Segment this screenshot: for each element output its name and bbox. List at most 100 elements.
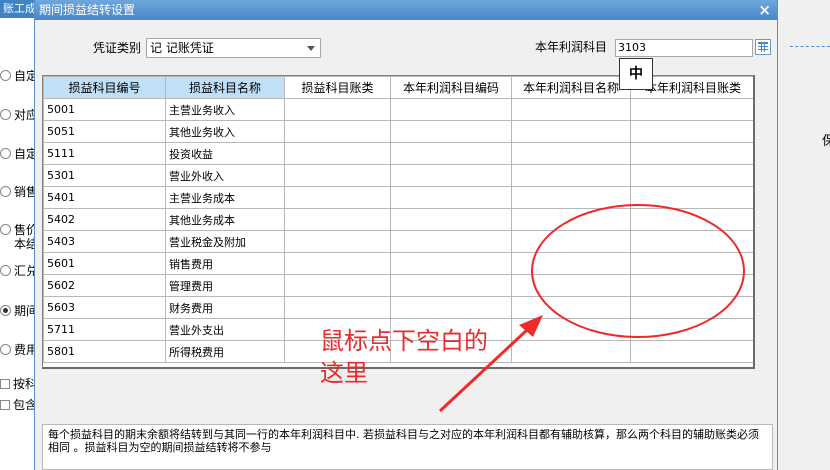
table-cell-profit-name[interactable] [511,186,631,209]
column-header[interactable]: 损益科目名称 [165,76,285,99]
table-cell-profit-name[interactable] [511,340,631,363]
table-cell-type[interactable] [284,164,391,187]
table-cell-name[interactable]: 投资收益 [165,142,285,165]
background-option[interactable]: 费用 [0,341,36,359]
profit-account-input[interactable]: 3103 [615,39,753,57]
background-tab[interactable]: 账工成 [0,0,34,18]
table-cell-profit-name[interactable] [511,274,631,297]
table-cell-name[interactable]: 营业外收入 [165,164,285,187]
table-cell-profit-name[interactable] [511,208,631,231]
table-cell-name[interactable]: 主营业务成本 [165,186,285,209]
chevron-down-icon[interactable] [307,46,315,51]
background-option[interactable]: 对应 [0,106,36,124]
table-cell-profit-type[interactable] [630,98,753,121]
radio-icon[interactable] [0,265,11,276]
table-cell-profit-type[interactable] [630,252,753,275]
table-cell-name[interactable]: 管理费用 [165,274,285,297]
table-cell-profit-type[interactable] [630,164,753,187]
column-header[interactable]: 损益科目账类 [284,76,391,99]
table-cell-profit-code[interactable] [390,120,512,143]
radio-icon[interactable] [0,109,11,120]
table-cell-type[interactable] [284,142,391,165]
table-cell-type[interactable] [284,296,391,319]
table-cell-profit-type[interactable] [630,230,753,253]
table-cell-type[interactable] [284,274,391,297]
table-cell-code[interactable]: 5801 [43,340,166,363]
table-cell-profit-code[interactable] [390,186,512,209]
table-cell-profit-code[interactable] [390,230,512,253]
table-cell-code[interactable]: 5001 [43,98,166,121]
table-cell-code[interactable]: 5051 [43,120,166,143]
table-cell-profit-type[interactable] [630,340,753,363]
dialog-titlebar[interactable]: 期间损益结转设置 × [35,0,777,20]
background-option[interactable]: 自定 [0,145,36,163]
table-cell-code[interactable]: 5711 [43,318,166,341]
table-cell-code[interactable]: 5603 [43,296,166,319]
table-cell-profit-type[interactable] [630,208,753,231]
table-row[interactable]: 5401 主营业务成本 [43,186,753,209]
table-cell-name[interactable]: 主营业务收入 [165,98,285,121]
background-option[interactable]: 期间 [0,302,36,320]
table-cell-profit-type[interactable] [630,142,753,165]
checkbox-icon[interactable] [0,379,10,389]
table-row[interactable]: 5051 其他业务收入 [43,120,753,143]
table-row[interactable]: 5403 营业税金及附加 [43,230,753,253]
table-cell-profit-code[interactable] [390,274,512,297]
column-header[interactable]: 本年利润科目名称 [511,76,631,99]
table-cell-profit-type[interactable] [630,296,753,319]
table-cell-name[interactable]: 营业外支出 [165,318,285,341]
radio-icon[interactable] [0,186,11,197]
background-option[interactable]: 销售 [0,183,36,201]
table-cell-code[interactable]: 5402 [43,208,166,231]
table-cell-profit-name[interactable] [511,230,631,253]
table-cell-profit-code[interactable] [390,252,512,275]
reference-lookup-icon[interactable] [755,39,771,55]
table-cell-profit-code[interactable] [390,98,512,121]
table-cell-profit-name[interactable] [511,252,631,275]
table-cell-profit-type[interactable] [630,318,753,341]
table-row[interactable]: 5301 营业外收入 [43,164,753,187]
table-cell-profit-name[interactable] [511,142,631,165]
table-cell-name[interactable]: 其他业务收入 [165,120,285,143]
table-cell-name[interactable]: 营业税金及附加 [165,230,285,253]
table-row[interactable]: 5602 管理费用 [43,274,753,297]
table-cell-name[interactable]: 其他业务成本 [165,208,285,231]
table-cell-type[interactable] [284,120,391,143]
table-cell-profit-code[interactable] [390,296,512,319]
background-option[interactable]: 自定 [0,67,36,85]
table-row[interactable]: 5001 主营业务收入 [43,98,753,121]
radio-icon[interactable] [0,305,11,316]
table-row[interactable]: 5111 投资收益 [43,142,753,165]
table-cell-code[interactable]: 5301 [43,164,166,187]
table-cell-type[interactable] [284,98,391,121]
voucher-type-select[interactable]: 记 记账凭证 [146,38,321,58]
radio-icon[interactable] [0,148,11,159]
radio-icon[interactable] [0,70,11,81]
table-cell-type[interactable] [284,186,391,209]
table-cell-profit-type[interactable] [630,274,753,297]
table-cell-name[interactable]: 销售费用 [165,252,285,275]
table-cell-profit-type[interactable] [630,186,753,209]
table-cell-profit-code[interactable] [390,164,512,187]
table-cell-profit-name[interactable] [511,98,631,121]
table-cell-profit-name[interactable] [511,120,631,143]
table-cell-name[interactable]: 财务费用 [165,296,285,319]
radio-icon[interactable] [0,224,11,235]
table-cell-code[interactable]: 5111 [43,142,166,165]
table-cell-type[interactable] [284,252,391,275]
table-cell-code[interactable]: 5602 [43,274,166,297]
table-cell-code[interactable]: 5401 [43,186,166,209]
table-cell-profit-code[interactable] [390,142,512,165]
close-icon[interactable]: × [758,1,771,19]
column-header[interactable]: 损益科目编号 [43,76,166,99]
background-option[interactable]: 按科 [0,375,36,393]
background-option[interactable]: 包含 [0,396,36,414]
table-cell-type[interactable] [284,230,391,253]
table-cell-profit-name[interactable] [511,318,631,341]
column-header[interactable]: 本年利润科目编码 [390,76,512,99]
table-cell-name[interactable]: 所得税费用 [165,340,285,363]
table-cell-code[interactable]: 5601 [43,252,166,275]
table-row[interactable]: 5402 其他业务成本 [43,208,753,231]
table-row[interactable]: 5603 财务费用 [43,296,753,319]
table-cell-profit-type[interactable] [630,120,753,143]
